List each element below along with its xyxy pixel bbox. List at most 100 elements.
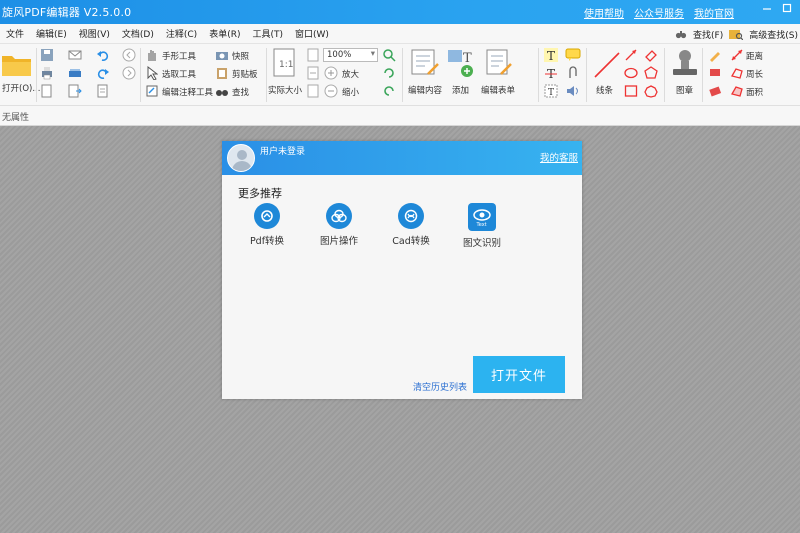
save-icon[interactable] — [40, 48, 54, 62]
edit-form-button[interactable]: 编辑表单 — [481, 84, 515, 96]
wechat-service-link[interactable]: 公众号服务 — [634, 5, 684, 20]
lines-button[interactable]: 线条 — [596, 84, 613, 96]
zoom-out-icon[interactable] — [324, 84, 338, 98]
actual-size-icon[interactable]: 1:1 — [272, 48, 296, 78]
recommend-ocr[interactable]: Text 图文识别 — [452, 203, 512, 249]
find-binoculars-icon[interactable] — [215, 84, 229, 98]
fit-width-icon[interactable] — [306, 66, 320, 80]
fit-visible-icon[interactable] — [306, 84, 320, 98]
add-content-icon[interactable]: T — [447, 48, 477, 78]
menu-tools[interactable]: 工具(T) — [246, 27, 289, 40]
strikethrough-text-icon[interactable]: T — [544, 66, 558, 80]
edit-annotation-tool-button[interactable]: 编辑注释工具 — [162, 86, 213, 98]
cad-convert-icon — [398, 203, 424, 229]
redo-icon[interactable] — [96, 66, 110, 80]
eraser-icon[interactable] — [708, 84, 722, 98]
rectangle-tool-icon[interactable] — [624, 84, 638, 98]
rotate-right-icon[interactable] — [382, 84, 396, 98]
fit-page-icon[interactable] — [306, 48, 320, 62]
perimeter-button[interactable]: 周长 — [746, 68, 763, 80]
clipboard-icon[interactable] — [215, 66, 229, 80]
menu-file[interactable]: 文件 — [0, 27, 30, 40]
area-button[interactable]: 面积 — [746, 86, 763, 98]
polygon-tool-icon[interactable] — [644, 66, 658, 80]
zoom-tool-icon[interactable] — [382, 48, 396, 62]
rotate-left-icon[interactable] — [382, 66, 396, 80]
svg-text:T: T — [547, 49, 555, 62]
text-tool-icon[interactable]: T — [544, 48, 558, 62]
recommend-image-ops[interactable]: 图片操作 — [309, 203, 369, 247]
recommend-pdf-convert[interactable]: Pdf转换 — [237, 203, 297, 247]
my-service-link[interactable]: 我的客服 — [540, 150, 578, 164]
edit-content-button[interactable]: 编辑内容 — [408, 84, 442, 96]
zoom-in-icon[interactable] — [324, 66, 338, 80]
menu-edit[interactable]: 编辑(E) — [30, 27, 73, 40]
perimeter-icon[interactable] — [730, 66, 744, 80]
menu-form[interactable]: 表单(R) — [203, 27, 246, 40]
text-box-icon[interactable]: T — [544, 84, 558, 98]
open-button[interactable]: 打开(O)... — [2, 82, 40, 94]
find-button[interactable]: 查找 — [232, 86, 249, 98]
select-tool-button[interactable]: 选取工具 — [162, 68, 196, 80]
advanced-find-menu[interactable]: 高级查找(S) — [747, 28, 800, 41]
arrow-tool-icon[interactable] — [624, 48, 638, 62]
recommend-cad-convert[interactable]: Cad转换 — [381, 203, 441, 247]
find-menu[interactable]: 查找(F) — [691, 28, 725, 41]
menu-document[interactable]: 文档(D) — [116, 27, 160, 40]
hand-tool-button[interactable]: 手形工具 — [162, 50, 196, 62]
select-tool-icon[interactable] — [146, 66, 158, 80]
cloud-tool-icon[interactable] — [644, 84, 658, 98]
pencil-tool-icon[interactable] — [708, 48, 722, 62]
prev-page-icon[interactable] — [122, 48, 136, 62]
attachment-icon[interactable] — [565, 66, 581, 80]
maximize-icon — [782, 3, 792, 13]
minimize-button[interactable] — [756, 0, 778, 22]
stamp-button[interactable]: 图章 — [676, 84, 693, 96]
eraser-tool-icon[interactable] — [644, 48, 658, 62]
open-folder-icon[interactable] — [1, 50, 33, 78]
note-comment-icon[interactable] — [565, 48, 581, 62]
official-site-link[interactable]: 我的官网 — [694, 5, 734, 20]
ellipse-tool-icon[interactable] — [624, 66, 638, 80]
scan-icon[interactable] — [68, 66, 82, 80]
menu-window[interactable]: 窗口(W) — [289, 27, 335, 40]
add-button[interactable]: 添加 — [452, 84, 469, 96]
user-status-label[interactable]: 用户未登录 — [260, 144, 305, 157]
distance-button[interactable]: 距离 — [746, 50, 763, 62]
svg-text:T: T — [463, 51, 472, 66]
edit-content-icon[interactable] — [410, 48, 440, 78]
stamp-icon[interactable] — [670, 48, 700, 80]
open-file-button[interactable]: 打开文件 — [473, 356, 565, 393]
avatar[interactable] — [227, 144, 255, 172]
zoom-out-button[interactable]: 缩小 — [342, 86, 359, 98]
maximize-button[interactable] — [776, 0, 798, 22]
folder-search-icon — [729, 30, 744, 40]
new-document-icon[interactable] — [40, 84, 54, 98]
sound-icon[interactable] — [565, 84, 581, 98]
line-tool-icon[interactable] — [592, 50, 622, 80]
camera-icon[interactable] — [215, 48, 229, 62]
print-icon[interactable] — [40, 66, 54, 80]
distance-icon[interactable] — [730, 48, 744, 62]
search-area: 查找(F) 高级查找(S) — [675, 24, 800, 44]
snapshot-button[interactable]: 快照 — [232, 50, 249, 62]
menu-view[interactable]: 视图(V) — [73, 27, 116, 40]
clipboard-button[interactable]: 剪贴板 — [232, 68, 258, 80]
menu-comment[interactable]: 注释(C) — [160, 27, 203, 40]
email-icon[interactable] — [68, 48, 82, 62]
zoom-in-button[interactable]: 放大 — [342, 68, 359, 80]
export-icon[interactable] — [68, 84, 82, 98]
hand-tool-icon[interactable] — [146, 48, 158, 62]
help-link[interactable]: 使用帮助 — [584, 5, 624, 20]
next-page-icon[interactable] — [122, 66, 136, 80]
area-icon[interactable] — [730, 84, 744, 98]
edit-form-icon[interactable] — [485, 48, 515, 78]
app-title: 旋风PDF编辑器 V2.5.0.0 — [2, 6, 132, 19]
undo-icon[interactable] — [96, 48, 110, 62]
page-setup-icon[interactable] — [96, 84, 110, 98]
clear-history-link[interactable]: 清空历史列表 — [413, 380, 467, 393]
zoom-select[interactable]: 100% ▾ — [323, 48, 378, 62]
actual-size-button[interactable]: 实际大小 — [268, 84, 302, 96]
edit-annotation-icon[interactable] — [146, 84, 158, 98]
highlighter-icon[interactable] — [708, 66, 722, 80]
